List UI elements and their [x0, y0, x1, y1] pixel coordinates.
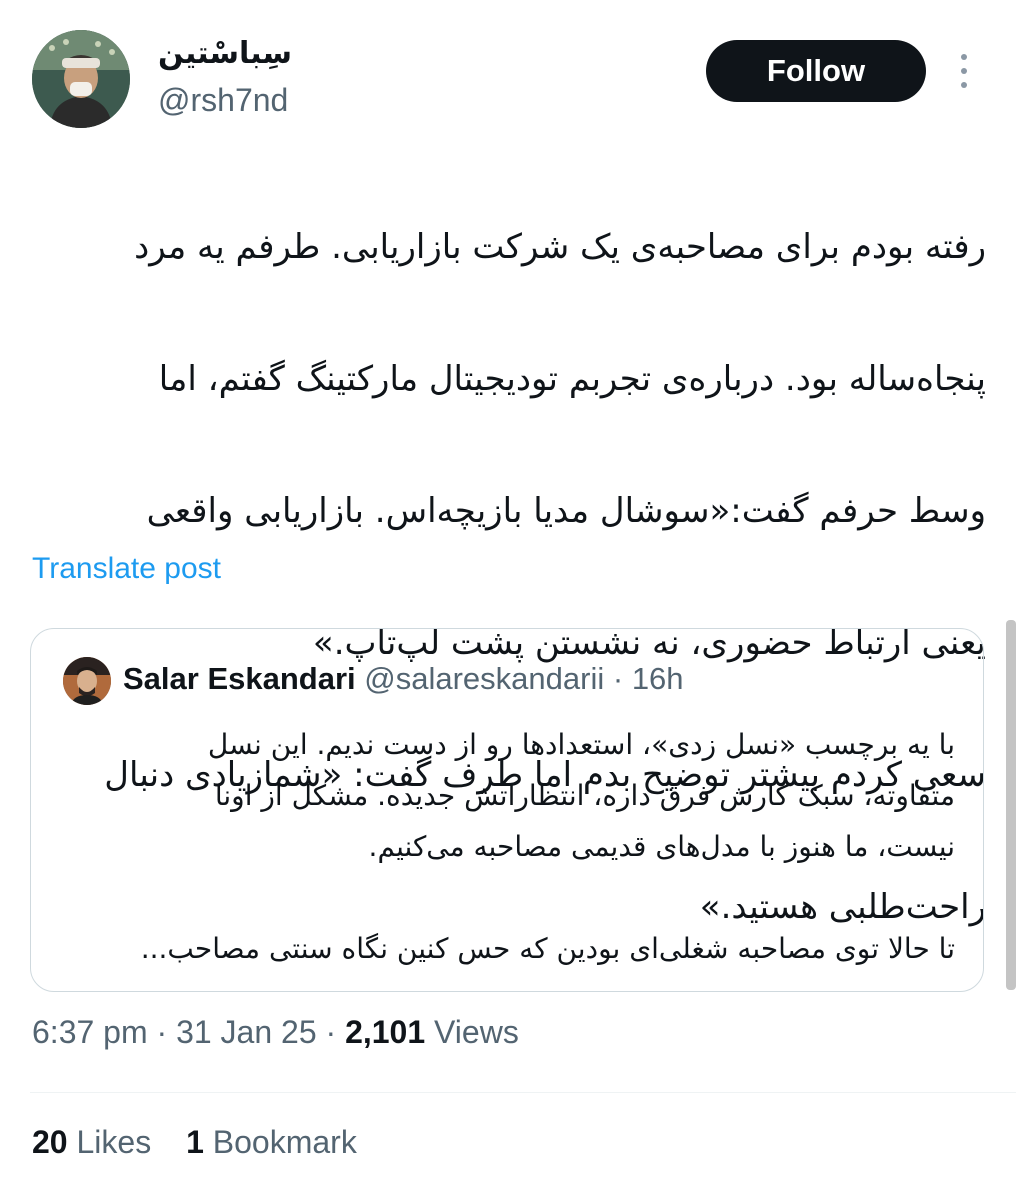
- post-time[interactable]: 6:37 pm: [32, 1014, 148, 1050]
- separator-dot: ·: [325, 1014, 337, 1050]
- likes-count: 20: [32, 1124, 68, 1160]
- bookmarks-stat[interactable]: 1 Bookmark: [186, 1124, 357, 1160]
- author-avatar[interactable]: [32, 30, 130, 128]
- views-count: 2,101: [345, 1014, 426, 1050]
- quoted-line: نیست، ما هنوز با مدل‌های قدیمی مصاحبه می…: [368, 830, 955, 863]
- quoted-author-avatar[interactable]: [63, 657, 111, 705]
- likes-label: Likes: [76, 1124, 152, 1160]
- quoted-post-header: Salar Eskandari @salareskandarii · 16h: [123, 661, 684, 697]
- views-label: Views: [434, 1014, 519, 1050]
- quoted-post-text: با یه برچسب «نسل زدی»، استعدادها رو از د…: [55, 719, 955, 974]
- divider: [30, 1092, 1016, 1093]
- translate-post-link[interactable]: Translate post: [32, 552, 221, 586]
- author-display-name[interactable]: سِباسْتین: [158, 36, 292, 71]
- author-avatar-image: [32, 30, 130, 128]
- bookmarks-label: Bookmark: [212, 1124, 357, 1160]
- separator-dot: ·: [612, 661, 624, 696]
- quoted-line: متفاوته، سبک کارش فرق داره، انتظاراتش جد…: [214, 779, 955, 812]
- author-handle[interactable]: @rsh7nd: [158, 82, 288, 119]
- post-line: رفته بودم برای مصاحبه‌ی یک شرکت بازاریاب…: [134, 227, 986, 267]
- quoted-line: تا حالا توی مصاحبه شغلی‌ای بودین که حس ک…: [140, 932, 955, 965]
- likes-stat[interactable]: 20 Likes: [32, 1124, 151, 1160]
- post-line: وسط حرفم گفت:«سوشال مدیا بازیچه‌اس. بازا…: [146, 491, 986, 531]
- quoted-line: با یه برچسب «نسل زدی»، استعدادها رو از د…: [207, 728, 955, 761]
- quoted-post-card[interactable]: Salar Eskandari @salareskandarii · 16h ب…: [30, 628, 984, 992]
- post-stats: 20 Likes 1 Bookmark: [32, 1124, 383, 1161]
- follow-button[interactable]: Follow: [706, 40, 926, 102]
- post-date[interactable]: 31 Jan 25: [176, 1014, 317, 1050]
- post-line: پنجاه‌ساله بود. درباره‌ی تجربم تودیجیتال…: [158, 359, 986, 399]
- scrollbar[interactable]: [1006, 620, 1016, 990]
- separator-dot: ·: [156, 1014, 168, 1050]
- quoted-post-time[interactable]: 16h: [632, 661, 684, 696]
- bookmarks-count: 1: [186, 1124, 204, 1160]
- post-metadata: 6:37 pm · 31 Jan 25 · 2,101 Views: [32, 1014, 519, 1051]
- quoted-author-name[interactable]: Salar Eskandari: [123, 661, 356, 696]
- quoted-author-avatar-image: [63, 657, 111, 705]
- quoted-author-handle[interactable]: @salareskandarii: [364, 661, 604, 696]
- more-options-icon[interactable]: [954, 50, 974, 92]
